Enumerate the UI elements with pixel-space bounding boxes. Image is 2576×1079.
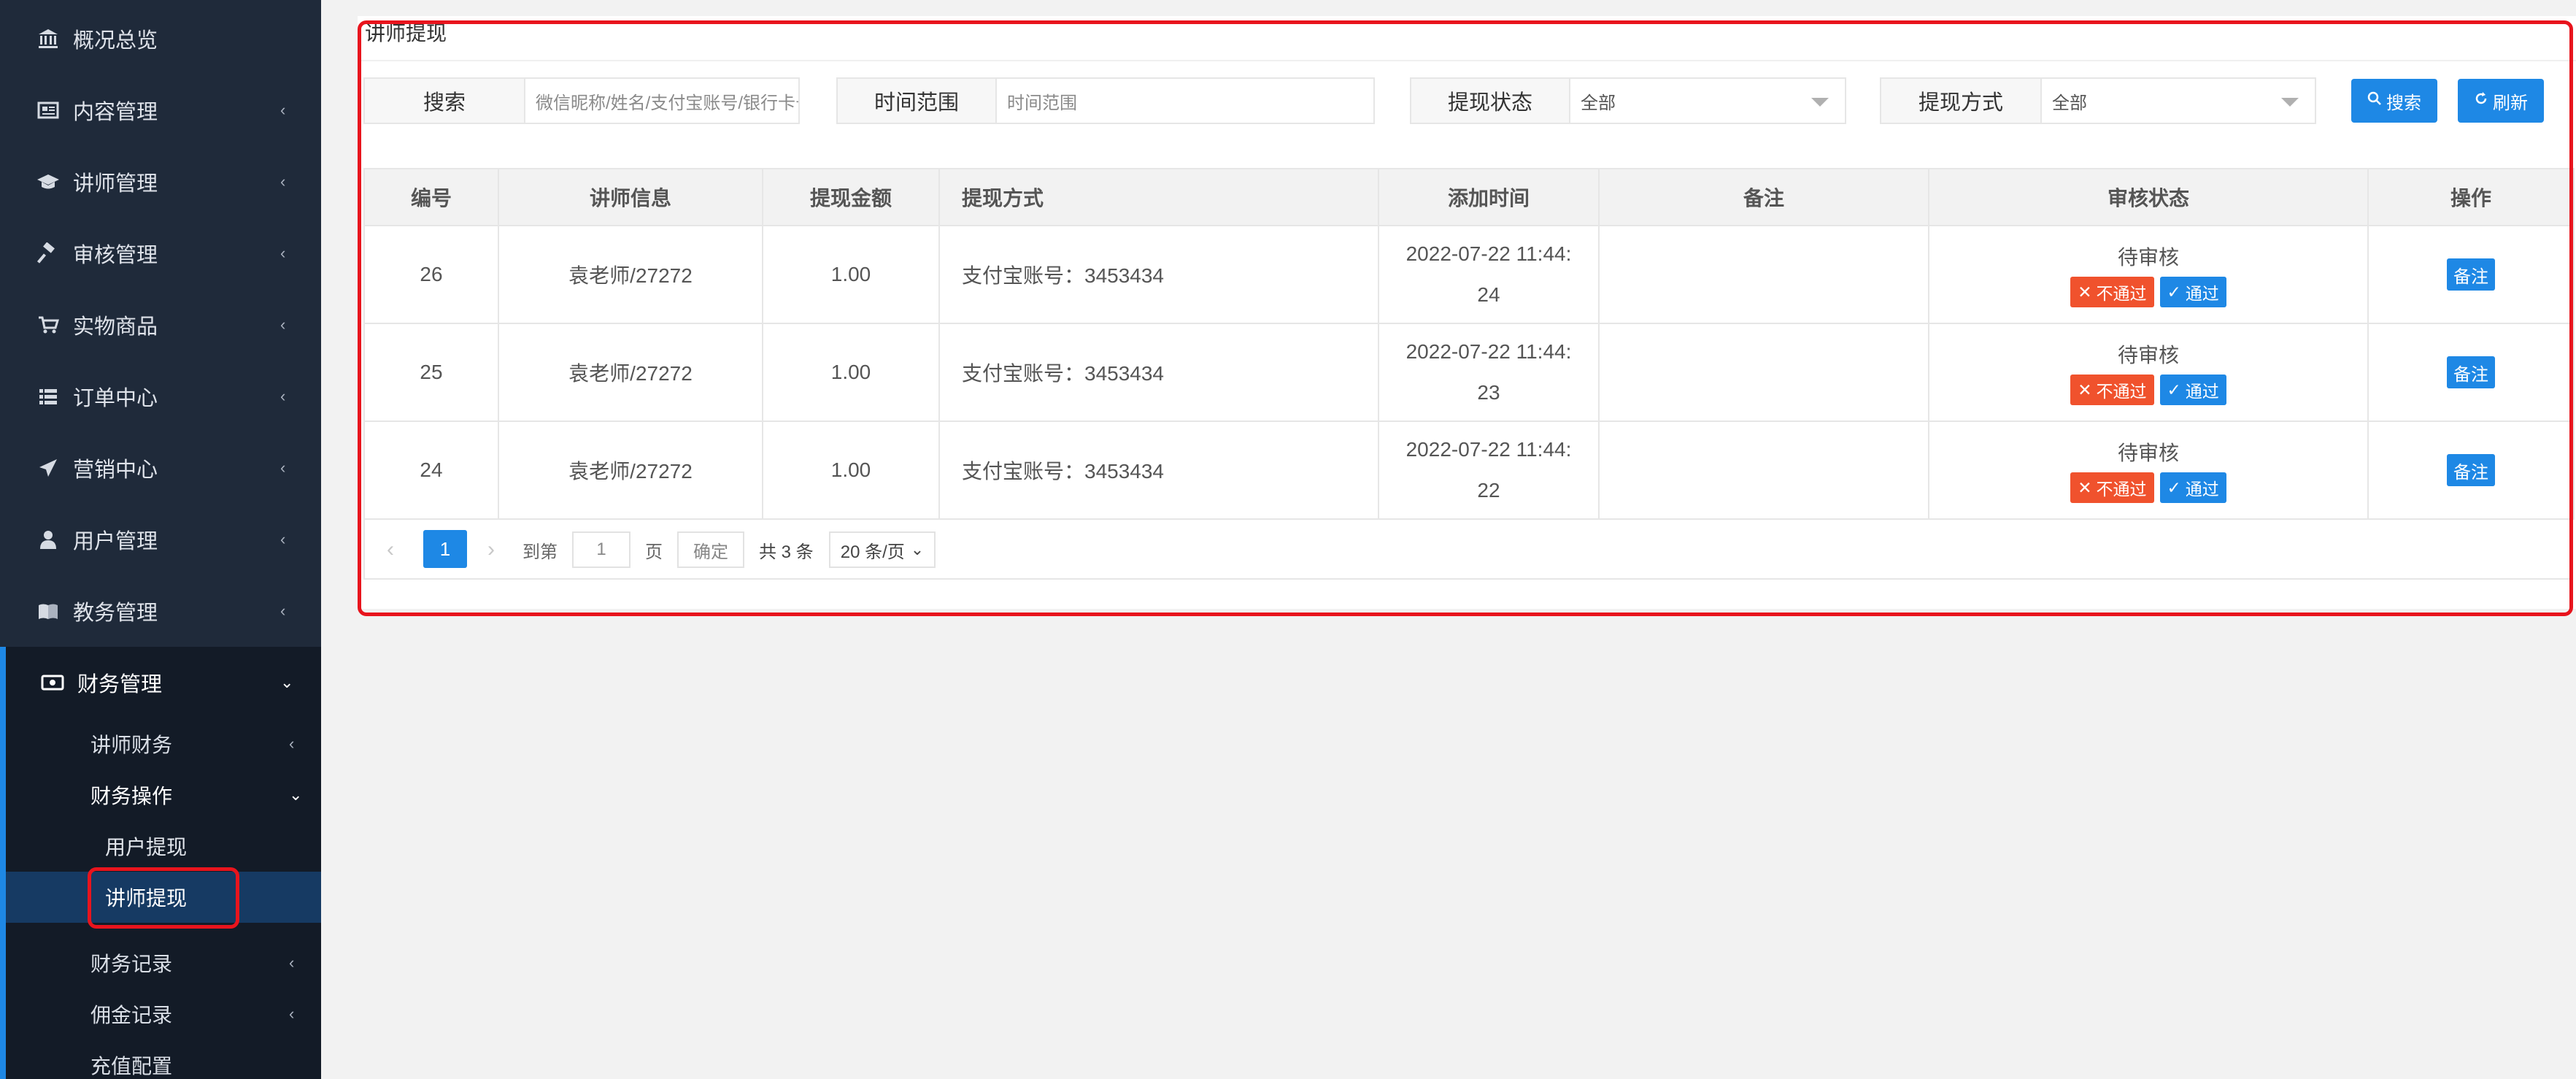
- chevron-left-icon: ‹: [289, 734, 295, 753]
- sidebar-item-label: 审核管理: [73, 244, 158, 267]
- sidebar-item-teachers[interactable]: 讲师管理 ‹: [0, 149, 321, 215]
- sidebar-sub-label: 财务记录: [90, 953, 173, 975]
- chevron-left-icon: ‹: [280, 244, 286, 262]
- sidebar-sub2-user-withdraw[interactable]: 用户提现: [6, 821, 321, 872]
- sidebar-item-label: 订单中心: [73, 387, 158, 410]
- sidebar-sub-recharge[interactable]: 充值配置: [0, 1040, 321, 1079]
- sidebar-item-academic[interactable]: 教务管理 ‹: [0, 578, 321, 644]
- paper-plane-icon: [36, 456, 60, 480]
- user-icon: [36, 528, 60, 551]
- sidebar-item-label: 概况总览: [73, 29, 158, 53]
- sidebar-sub-finance-ops[interactable]: 财务操作 ⌄: [0, 769, 321, 821]
- chevron-left-icon: ‹: [280, 602, 286, 620]
- sidebar-sub-label: 佣金记录: [90, 1004, 173, 1026]
- sidebar-item-label: 实物商品: [73, 315, 158, 339]
- sidebar-item-finance[interactable]: 财务管理 ⌄: [0, 650, 321, 715]
- highlight-box-content: [358, 20, 2573, 616]
- sidebar-item-marketing[interactable]: 营销中心 ‹: [0, 435, 321, 501]
- bank-icon: [36, 27, 60, 50]
- chevron-left-icon: ‹: [280, 387, 286, 405]
- sidebar-item-content[interactable]: 内容管理 ‹: [0, 77, 321, 143]
- sidebar-sub-label: 财务操作: [90, 785, 173, 807]
- book-icon: [36, 599, 60, 623]
- newspaper-icon: [36, 99, 60, 122]
- graduation-cap-icon: [36, 170, 60, 193]
- chevron-left-icon: ‹: [280, 458, 286, 477]
- chevron-down-icon: ⌄: [280, 673, 294, 691]
- sidebar-sub-finance-records[interactable]: 财务记录 ‹: [0, 937, 321, 988]
- chevron-left-icon: ‹: [280, 530, 286, 548]
- cart-icon: [36, 313, 60, 337]
- sidebar-item-users[interactable]: 用户管理 ‹: [0, 507, 321, 572]
- sidebar-item-overview[interactable]: 概况总览: [0, 6, 321, 72]
- sidebar-item-orders[interactable]: 订单中心 ‹: [0, 364, 321, 429]
- list-icon: [36, 385, 60, 408]
- sidebar-item-review[interactable]: 审核管理 ‹: [0, 220, 321, 286]
- sidebar-sub2-label: 用户提现: [105, 836, 188, 859]
- sidebar-sub-commission[interactable]: 佣金记录 ‹: [0, 988, 321, 1040]
- sidebar-item-label: 营销中心: [73, 458, 158, 482]
- sidebar-item-label: 财务管理: [77, 673, 163, 696]
- chevron-left-icon: ‹: [289, 1005, 295, 1023]
- sidebar-item-label: 教务管理: [73, 602, 158, 625]
- sidebar-sub-label: 讲师财务: [90, 734, 173, 756]
- sidebar-sub-label: 充值配置: [90, 1055, 173, 1078]
- chevron-left-icon: ‹: [280, 172, 286, 191]
- chevron-left-icon: ‹: [280, 101, 286, 119]
- sidebar-item-label: 讲师管理: [73, 172, 158, 196]
- sidebar-item-goods[interactable]: 实物商品 ‹: [0, 292, 321, 358]
- highlight-box-menu: [88, 867, 239, 929]
- chevron-left-icon: ‹: [289, 953, 295, 972]
- sidebar-item-label: 用户管理: [73, 530, 158, 553]
- chevron-left-icon: ‹: [280, 315, 286, 334]
- money-icon: [41, 671, 64, 694]
- chevron-down-icon: ⌄: [289, 786, 303, 804]
- sidebar-item-label: 内容管理: [73, 101, 158, 124]
- sidebar-sub-teacher-finance[interactable]: 讲师财务 ‹: [0, 718, 321, 769]
- gavel-icon: [36, 242, 60, 265]
